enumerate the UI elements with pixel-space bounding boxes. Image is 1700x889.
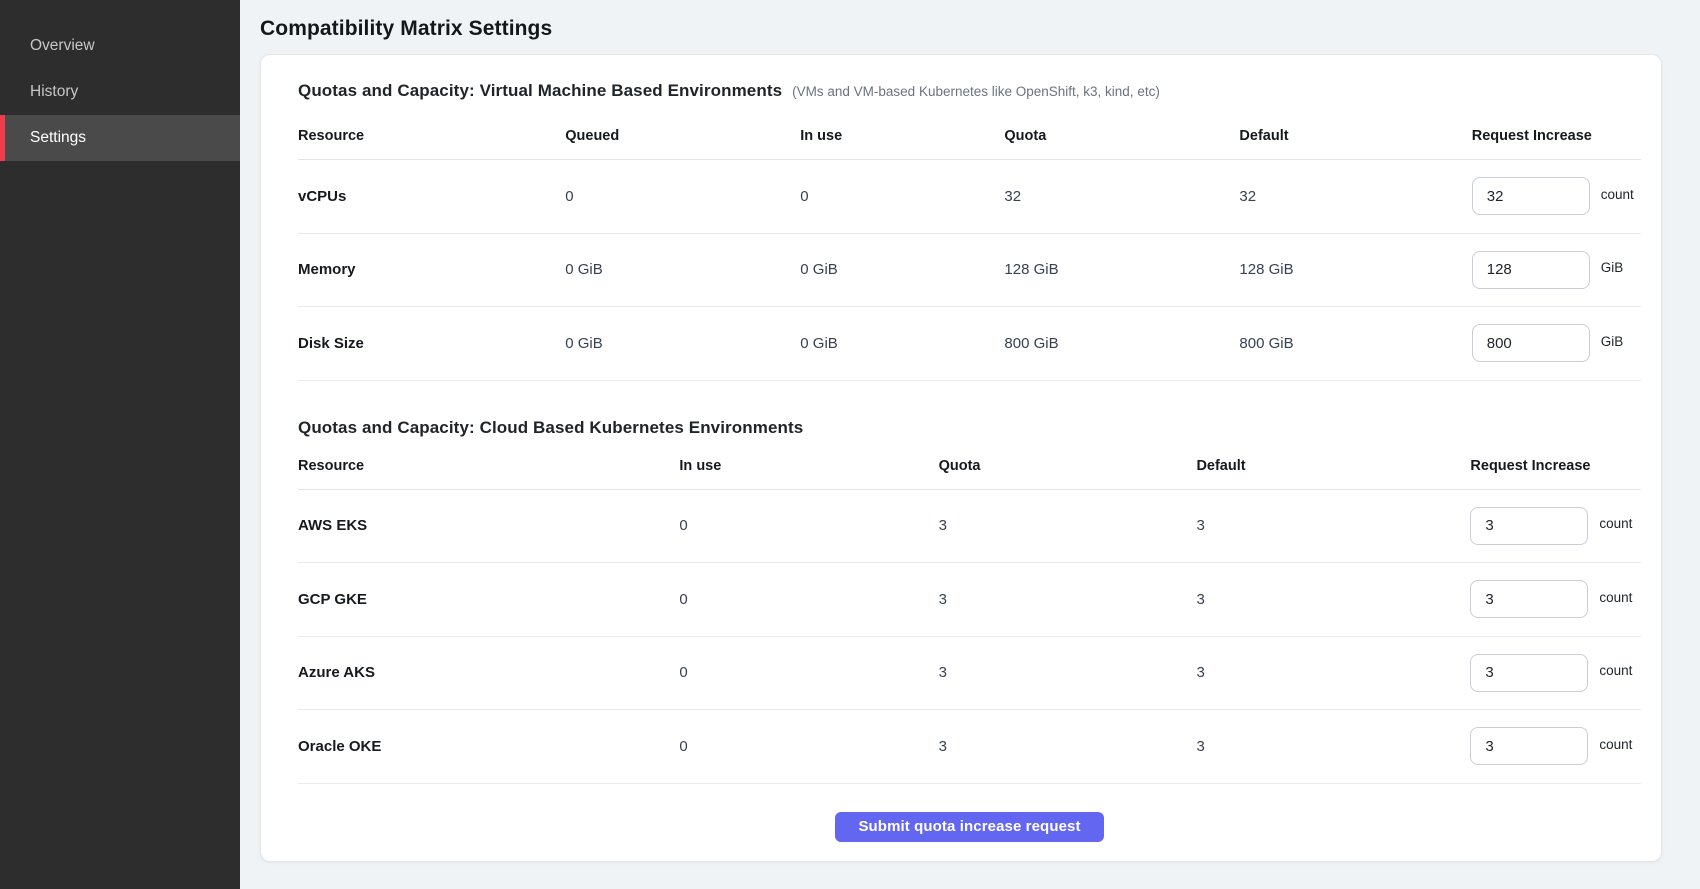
resource-value: 3 <box>1196 517 1470 534</box>
column-header: Quota <box>939 458 1197 474</box>
cloud-table-body: AWS EKS033countGCP GKE033countAzure AKS0… <box>298 490 1641 784</box>
resource-name: Memory <box>298 261 565 278</box>
resource-name: AWS EKS <box>298 517 679 534</box>
page-title: Compatibility Matrix Settings <box>260 17 1662 41</box>
table-row: Memory0 GiB0 GiB128 GiB128 GiBGiB <box>298 234 1641 308</box>
unit-label: count <box>1599 516 1632 531</box>
column-header: Queued <box>565 128 800 144</box>
request-increase-input[interactable] <box>1472 177 1590 215</box>
resource-name: Oracle OKE <box>298 738 679 755</box>
resource-value: 3 <box>939 591 1197 608</box>
resource-name: Azure AKS <box>298 664 679 681</box>
resource-value: 0 <box>679 738 938 755</box>
table-row: Azure AKS033count <box>298 637 1641 711</box>
main-content: Compatibility Matrix Settings Quotas and… <box>240 0 1700 889</box>
resource-value: 3 <box>939 664 1197 681</box>
request-increase-input[interactable] <box>1470 654 1588 692</box>
table-row: GCP GKE033count <box>298 563 1641 637</box>
unit-label: GiB <box>1601 334 1624 349</box>
resource-value: 0 <box>800 188 1004 205</box>
column-header: Request Increase <box>1470 458 1641 474</box>
resource-value: 0 <box>565 188 800 205</box>
resource-name: GCP GKE <box>298 591 679 608</box>
request-increase-input[interactable] <box>1470 580 1588 618</box>
section-cloud-environments: Quotas and Capacity: Cloud Based Kuberne… <box>298 418 1641 784</box>
quotas-card: Quotas and Capacity: Virtual Machine Bas… <box>260 54 1662 862</box>
unit-label: GiB <box>1601 260 1624 275</box>
column-header: In use <box>800 128 1004 144</box>
vm-table-header: ResourceQueuedIn useQuotaDefaultRequest … <box>298 128 1641 160</box>
section-subtitle-vm: (VMs and VM-based Kubernetes like OpenSh… <box>792 84 1160 99</box>
table-row: Disk Size0 GiB0 GiB800 GiB800 GiBGiB <box>298 307 1641 381</box>
resource-value: 3 <box>939 517 1197 534</box>
resource-value: 0 <box>679 517 938 534</box>
cloud-table-header: ResourceIn useQuotaDefaultRequest Increa… <box>298 458 1641 490</box>
resource-value: 0 GiB <box>800 261 1004 278</box>
section-vm-environments: Quotas and Capacity: Virtual Machine Bas… <box>298 81 1641 381</box>
resource-value: 800 GiB <box>1004 335 1239 352</box>
request-increase-cell: count <box>1472 177 1641 215</box>
request-increase-input[interactable] <box>1472 324 1590 362</box>
request-increase-cell: GiB <box>1472 251 1641 289</box>
resource-value: 0 GiB <box>565 335 800 352</box>
resource-value: 32 <box>1004 188 1239 205</box>
request-increase-input[interactable] <box>1470 727 1588 765</box>
resource-value: 0 <box>679 591 938 608</box>
resource-value: 3 <box>1196 664 1470 681</box>
sidebar-item-overview[interactable]: Overview <box>0 23 240 69</box>
resource-value: 128 GiB <box>1239 261 1471 278</box>
column-header: Quota <box>1004 128 1239 144</box>
unit-label: count <box>1599 590 1632 605</box>
section-title-vm: Quotas and Capacity: Virtual Machine Bas… <box>298 81 782 101</box>
resource-value: 800 GiB <box>1239 335 1471 352</box>
request-increase-input[interactable] <box>1470 507 1588 545</box>
request-increase-cell: count <box>1470 727 1641 765</box>
column-header: Resource <box>298 458 679 474</box>
unit-label: count <box>1599 737 1632 752</box>
resource-value: 3 <box>939 738 1197 755</box>
resource-value: 128 GiB <box>1004 261 1239 278</box>
unit-label: count <box>1601 187 1634 202</box>
request-increase-cell: count <box>1470 654 1641 692</box>
resource-name: Disk Size <box>298 335 565 352</box>
resource-value: 3 <box>1196 591 1470 608</box>
resource-value: 0 GiB <box>565 261 800 278</box>
section-title-cloud: Quotas and Capacity: Cloud Based Kuberne… <box>298 418 803 438</box>
request-increase-cell: count <box>1470 580 1641 618</box>
table-row: Oracle OKE033count <box>298 710 1641 784</box>
resource-value: 0 GiB <box>800 335 1004 352</box>
button-bar: Submit quota increase request <box>298 812 1641 842</box>
table-row: vCPUs003232count <box>298 160 1641 234</box>
resource-value: 32 <box>1239 188 1471 205</box>
sidebar-item-settings[interactable]: Settings <box>0 115 240 161</box>
submit-quota-increase-button[interactable]: Submit quota increase request <box>835 812 1103 842</box>
column-header: Default <box>1196 458 1470 474</box>
sidebar-item-history[interactable]: History <box>0 69 240 115</box>
resource-value: 3 <box>1196 738 1470 755</box>
sidebar: Overview History Settings <box>0 0 240 889</box>
request-increase-input[interactable] <box>1472 251 1590 289</box>
column-header: In use <box>679 458 938 474</box>
request-increase-cell: count <box>1470 507 1641 545</box>
vm-table-body: vCPUs003232countMemory0 GiB0 GiB128 GiB1… <box>298 160 1641 381</box>
column-header: Resource <box>298 128 565 144</box>
resource-value: 0 <box>679 664 938 681</box>
column-header: Request Increase <box>1472 128 1641 144</box>
unit-label: count <box>1599 663 1632 678</box>
column-header: Default <box>1239 128 1471 144</box>
table-row: AWS EKS033count <box>298 490 1641 564</box>
request-increase-cell: GiB <box>1472 324 1641 362</box>
resource-name: vCPUs <box>298 188 565 205</box>
